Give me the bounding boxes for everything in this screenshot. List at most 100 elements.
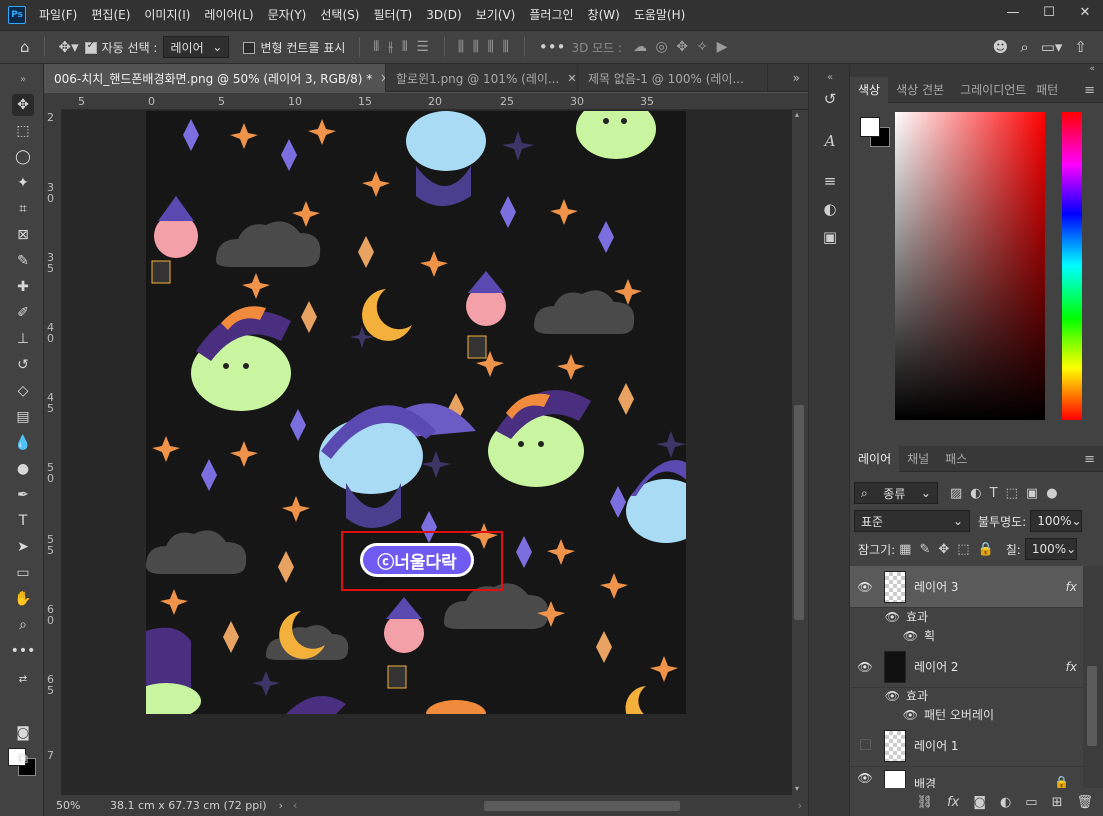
- zoom-level[interactable]: 50%: [56, 799, 94, 812]
- add-mask-icon[interactable]: ◙: [973, 795, 986, 810]
- collapse-icon[interactable]: «: [819, 66, 841, 88]
- history-brush-tool-icon[interactable]: ↺: [12, 354, 34, 376]
- menu-view[interactable]: 보기(V): [469, 0, 523, 30]
- filter-shape-icon[interactable]: ⬚: [1006, 486, 1018, 501]
- layer-row[interactable]: 👁 배경 🔒: [850, 767, 1083, 789]
- filter-adjustment-icon[interactable]: ◐: [970, 486, 981, 501]
- opacity-input[interactable]: 100% ⌄: [1030, 510, 1083, 532]
- menu-edit[interactable]: 편집(E): [84, 0, 137, 30]
- tab-gradients[interactable]: 그레이디언트: [952, 77, 1028, 103]
- menu-select[interactable]: 선택(S): [313, 0, 366, 30]
- distribute-icons[interactable]: ⫼ ⫼ ⫼ ⫼: [458, 39, 511, 55]
- share-icon[interactable]: ⇧: [1074, 38, 1087, 56]
- transform-controls-checkbox[interactable]: [243, 42, 256, 54]
- marquee-tool-icon[interactable]: ⬚: [12, 120, 34, 142]
- type-tool-icon[interactable]: T: [12, 510, 34, 532]
- fx-icon[interactable]: fx: [1066, 660, 1077, 674]
- eye-icon[interactable]: 👁: [850, 629, 924, 643]
- horizontal-scroll-thumb[interactable]: [484, 801, 680, 811]
- chevron-right-icon[interactable]: ›: [279, 799, 283, 812]
- layers-scroll-thumb[interactable]: [1087, 666, 1097, 746]
- pen-tool-icon[interactable]: ✒: [12, 484, 34, 506]
- eye-icon[interactable]: 👁: [850, 771, 880, 785]
- collapse-icon[interactable]: «: [850, 64, 1103, 77]
- layer-name[interactable]: 배경: [914, 775, 1054, 788]
- effect-row[interactable]: 👁 획: [850, 626, 1083, 645]
- move-tool-icon[interactable]: ✥: [12, 94, 34, 116]
- tab-paths[interactable]: 패스: [937, 446, 975, 472]
- filter-pixel-icon[interactable]: ▨: [950, 486, 962, 501]
- auto-select-checkbox[interactable]: [84, 40, 97, 54]
- layer-row[interactable]: 👁 레이어 3 fx: [850, 566, 1083, 608]
- document-canvas[interactable]: ⓒ너울다락: [146, 111, 686, 714]
- menu-image[interactable]: 이미지(I): [137, 0, 197, 30]
- tab-layers[interactable]: 레이어: [850, 445, 900, 472]
- tab-document-3[interactable]: 제목 없음-1 @ 100% (레이...: [578, 64, 768, 92]
- tab-document-2[interactable]: 할로윈1.png @ 101% (레이... ✕: [386, 64, 578, 92]
- tabs-overflow-icon[interactable]: »: [768, 64, 808, 91]
- tab-color[interactable]: 색상: [850, 76, 889, 103]
- more-options-icon[interactable]: •••: [539, 38, 566, 56]
- close-window-button[interactable]: ✕: [1067, 0, 1103, 24]
- lock-all-icon[interactable]: 🔒: [978, 542, 994, 557]
- tab-swatches[interactable]: 색상 견본: [888, 77, 952, 103]
- eye-icon[interactable]: 👁: [850, 660, 880, 674]
- filter-toggle-icon[interactable]: ●: [1046, 486, 1057, 501]
- layer-row[interactable]: 👁 레이어 2 fx: [850, 646, 1083, 688]
- visibility-toggle-empty[interactable]: [850, 738, 880, 753]
- maximize-button[interactable]: ☐: [1031, 0, 1067, 24]
- effects-row[interactable]: 👁 효과: [850, 686, 1083, 705]
- dodge-tool-icon[interactable]: ●: [12, 458, 34, 480]
- new-group-icon[interactable]: ▭: [1025, 795, 1037, 810]
- hue-slider[interactable]: [1062, 112, 1082, 420]
- auto-select-dropdown[interactable]: 레이어 ⌄: [163, 36, 230, 58]
- ruler-horizontal[interactable]: 5 0 5 10 15 20 25 30 35: [62, 93, 808, 110]
- blend-mode-dropdown[interactable]: 표준 ⌄: [854, 510, 970, 532]
- tab-patterns[interactable]: 패턴: [1028, 77, 1066, 103]
- align-icons[interactable]: ⫴ ⫳ ⫴ ☰: [373, 39, 430, 55]
- eye-icon[interactable]: 👁: [850, 689, 906, 703]
- menu-window[interactable]: 창(W): [581, 0, 627, 30]
- layers-scrollbar[interactable]: [1083, 566, 1103, 788]
- history-panel-icon[interactable]: ↺: [819, 88, 841, 110]
- scroll-left-icon[interactable]: ‹: [293, 799, 297, 812]
- menu-layer[interactable]: 레이어(L): [197, 0, 260, 30]
- filter-kind-dropdown[interactable]: ⌕ 종류 ⌄: [854, 482, 938, 504]
- lock-paint-icon[interactable]: ✎: [919, 542, 930, 557]
- zoom-tool-icon[interactable]: ⌕: [12, 614, 34, 636]
- layer-name[interactable]: 레이어 3: [914, 578, 1066, 595]
- effects-row[interactable]: 👁 효과: [850, 607, 1083, 626]
- vertical-scroll-thumb[interactable]: [794, 405, 804, 620]
- canvas-area[interactable]: ⓒ너울다락: [62, 110, 792, 795]
- filter-type-icon[interactable]: T: [990, 486, 998, 501]
- eyedropper-tool-icon[interactable]: ✎: [12, 250, 34, 272]
- workspace-icon[interactable]: ▭▾: [1041, 38, 1063, 56]
- menu-plugins[interactable]: 플러그인: [522, 0, 580, 30]
- menu-filter[interactable]: 필터(T): [366, 0, 419, 30]
- layer-row[interactable]: 레이어 1: [850, 725, 1083, 767]
- eye-icon[interactable]: 👁: [850, 708, 924, 722]
- properties-panel-icon[interactable]: ≡: [819, 170, 841, 192]
- eraser-tool-icon[interactable]: ◇: [12, 380, 34, 402]
- lasso-tool-icon[interactable]: ◯: [12, 146, 34, 168]
- scroll-up-icon[interactable]: ▴: [795, 110, 799, 119]
- collapse-icon[interactable]: »: [12, 68, 34, 90]
- delete-layer-icon[interactable]: 🗑: [1076, 795, 1093, 810]
- blur-tool-icon[interactable]: 💧: [12, 432, 34, 454]
- new-adjustment-icon[interactable]: ◐: [1000, 795, 1011, 810]
- 3d-mode-icons[interactable]: ☁ ◎ ✥ ✧ ▶: [633, 39, 729, 55]
- search-icon[interactable]: ⌕: [1020, 38, 1028, 56]
- ruler-vertical[interactable]: 2 3 0 3 5 4 0 4 5 5 0 5 5 6 0 6 5 7: [44, 110, 62, 795]
- more-tools-icon[interactable]: •••: [11, 640, 36, 662]
- magic-wand-tool-icon[interactable]: ✦: [12, 172, 34, 194]
- layer-name[interactable]: 레이어 2: [914, 658, 1066, 675]
- eye-icon[interactable]: 👁: [850, 580, 880, 594]
- filter-smart-object-icon[interactable]: ▣: [1026, 486, 1038, 501]
- crop-tool-icon[interactable]: ⌗: [12, 198, 34, 220]
- menu-file[interactable]: 파일(F): [32, 0, 84, 30]
- fill-input[interactable]: 100% ⌄: [1024, 538, 1077, 560]
- scroll-right-icon[interactable]: ›: [798, 799, 802, 812]
- rectangle-tool-icon[interactable]: ▭: [12, 562, 34, 584]
- adjustments-panel-icon[interactable]: ◐: [819, 198, 841, 220]
- path-selection-tool-icon[interactable]: ➤: [12, 536, 34, 558]
